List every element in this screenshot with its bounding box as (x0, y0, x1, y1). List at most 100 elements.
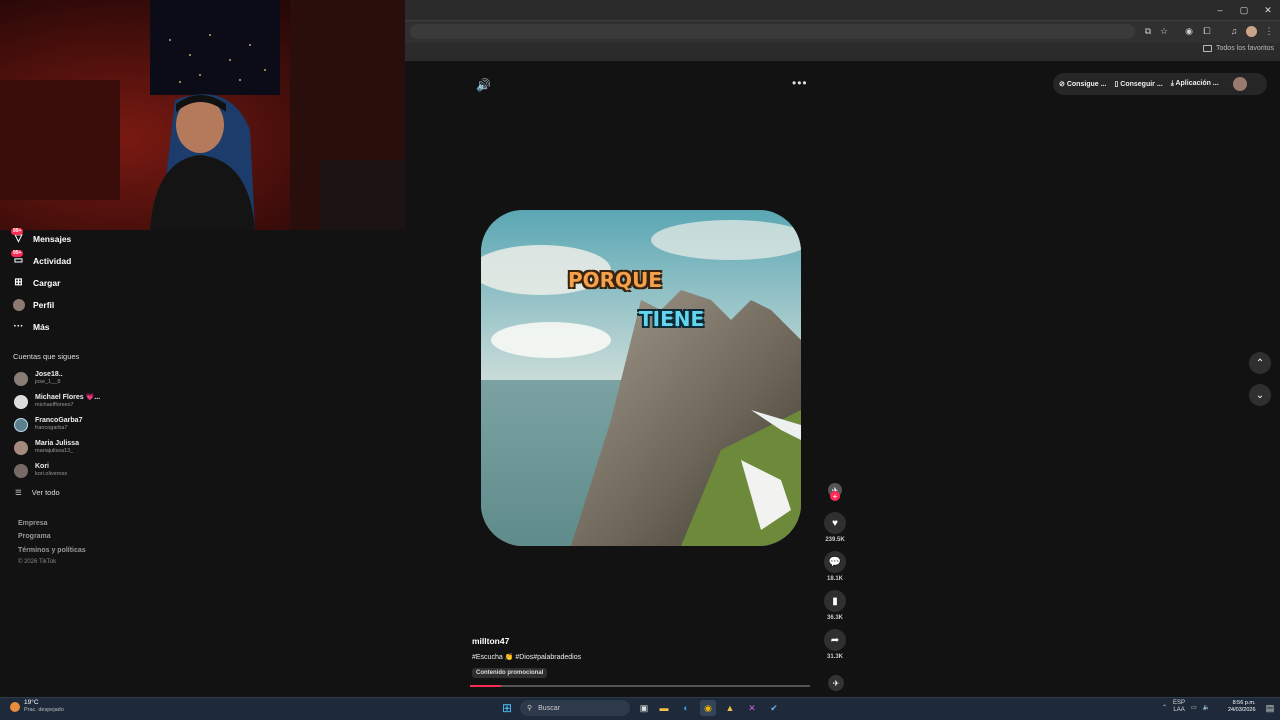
app-warning-icon[interactable]: ▲ (722, 700, 738, 716)
sidebar-item-more[interactable]: ··· Más (12, 320, 50, 333)
temperature: 19°C (24, 699, 39, 706)
address-bar[interactable] (410, 24, 1135, 39)
chevron-down-icon: ⌄ (1255, 389, 1265, 401)
file-explorer-icon[interactable]: ▬ (656, 700, 672, 716)
footer-link-program[interactable]: Programa (18, 533, 51, 540)
send-icon: ▽ 99+ (11, 228, 24, 244)
user-avatar[interactable] (1232, 77, 1247, 91)
following-account-kori[interactable]: Kori kori.oliveross (14, 463, 67, 478)
video-frame-mountain (481, 210, 801, 546)
account-handle: michaelflorees7 (35, 402, 74, 408)
desktop-app-pill[interactable]: ⤓ Aplicación ... (1171, 80, 1219, 88)
bookmark-star-icon[interactable]: ☆ (1158, 25, 1170, 37)
edge-icon[interactable]: ◐ (678, 700, 694, 716)
account-handle: mariajulissa13_ (35, 448, 74, 454)
browser-menu-icon[interactable]: ⋮ (1263, 25, 1275, 37)
bookmark-icon: ▮ (824, 590, 846, 612)
footer-link-company[interactable]: Empresa (18, 520, 48, 527)
comment-icon: 💬 (824, 551, 846, 573)
share-icon: ➦ (824, 629, 846, 651)
chrome-icon[interactable]: ◉ (700, 700, 716, 716)
video-player[interactable]: PORQUE TIENE (481, 210, 801, 546)
extension-icon[interactable]: ◉ (1183, 25, 1195, 37)
search-label: Buscar (538, 704, 560, 712)
like-count: 239.5K (825, 537, 845, 543)
language-code: ESP (1173, 700, 1186, 706)
avatar (14, 463, 28, 478)
pill-label: Aplicación ... (1175, 80, 1219, 87)
following-heading: Cuentas que sigues (13, 352, 80, 361)
see-all-label: Ver todo (31, 488, 60, 497)
account-handle: kori.oliveross (35, 471, 68, 477)
sidebar-item-profile[interactable]: Perfil (12, 298, 54, 311)
app-check-icon[interactable]: ✔ (766, 700, 782, 716)
messages-badge: 99+ (11, 228, 24, 235)
video-more-options-icon[interactable]: ••• (792, 76, 808, 90)
next-video-button[interactable]: ⌄ (1249, 384, 1271, 406)
comment-count: 18.1K (826, 576, 843, 582)
pill-label: Consigue ... (1066, 81, 1107, 88)
network-icon[interactable]: ▭ (1191, 704, 1197, 711)
profile-avatar-icon[interactable] (1245, 25, 1257, 37)
install-app-icon[interactable]: ⧉ (1142, 25, 1154, 37)
video-progress-bar[interactable] (470, 685, 810, 687)
video-hashtags[interactable]: #Escucha 👏 #Dios#palabradedios (472, 653, 581, 661)
following-account-maria[interactable]: Maria Julissa mariajulissa13_ (14, 440, 79, 455)
copyright: © 2026 TikTok (18, 559, 57, 565)
video-username[interactable]: millton47 (472, 636, 509, 646)
share-action[interactable]: ➦ 31.3K (824, 629, 846, 660)
volume-tray-icon[interactable]: 🔈 (1203, 704, 1210, 711)
webcam-overlay (0, 0, 405, 230)
like-action[interactable]: ♥ 239.5K (824, 512, 846, 543)
taskbar-search[interactable]: ⚲ Buscar (520, 700, 630, 716)
tray-overflow-icon[interactable]: ⌃ (1162, 704, 1167, 711)
follow-plus-button[interactable]: + (830, 491, 840, 501)
search-icon: ⚲ (527, 705, 533, 712)
chevron-up-icon: ⌃ (1255, 357, 1265, 369)
profile-icon (12, 298, 25, 311)
taskbar-clock[interactable]: 8:56 p.m. 24/03/2026 (1228, 700, 1256, 714)
upload-icon: ⊞ (14, 277, 23, 288)
sidebar-item-label: Perfil (33, 299, 55, 310)
video-progress-fill (470, 685, 501, 687)
following-account-franco[interactable]: FrancoGarba7 francogarba7 (14, 417, 82, 432)
all-bookmarks-button[interactable]: Todos los favoritos (1203, 45, 1274, 52)
extensions-puzzle-icon[interactable]: ⧠ (1201, 25, 1213, 37)
weather-icon (10, 701, 20, 712)
all-bookmarks-label: Todos los favoritos (1216, 45, 1274, 52)
account-name: Jose18.. (35, 371, 63, 378)
previous-video-button[interactable]: ⌃ (1249, 352, 1271, 374)
volume-icon[interactable]: 🔊 (476, 78, 491, 92)
folder-icon (1203, 45, 1213, 52)
get-app-pill[interactable]: ▯ Conseguir ... (1114, 80, 1162, 88)
following-account-jose[interactable]: Jose18.. jose_1__8 (14, 371, 63, 386)
windows-start-icon[interactable]: ⊞ (500, 701, 514, 715)
clock-date: 24/03/2026 (1228, 707, 1256, 713)
see-all-link[interactable]: ☰ Ver todo (15, 488, 60, 497)
inbox-icon: ▭ 99+ (11, 250, 24, 266)
maximize-button[interactable]: ▢ (1232, 0, 1256, 20)
system-tray: ⌃ ESP LAA ▭ 🔈 (1162, 700, 1210, 714)
account-name: FrancoGarba7 (35, 417, 83, 424)
sidebar-item-upload[interactable]: ⊞ Cargar (12, 276, 60, 289)
following-account-michael[interactable]: Michael Flores 💗... michaelflorees7 (14, 394, 100, 409)
footer-link-terms[interactable]: Términos y políticas (18, 547, 86, 554)
weather-widget[interactable]: 19°C Prac. despejado (10, 699, 64, 714)
sidebar-item-label: Cargar (33, 277, 61, 288)
weather-status: Prac. despejado (24, 707, 64, 713)
video-caption-1: PORQUE (568, 268, 662, 292)
sidebar-item-activity[interactable]: ▭ 99+ Actividad (11, 250, 71, 267)
comment-action[interactable]: 💬 18.1K (824, 551, 846, 582)
music-disc-icon[interactable]: ✈ (828, 675, 844, 691)
save-action[interactable]: ▮ 36.3K (824, 590, 846, 621)
media-control-icon[interactable]: ♫ (1228, 25, 1240, 37)
app-x-icon[interactable]: ✕ (744, 700, 760, 716)
minimize-button[interactable]: – (1208, 0, 1232, 20)
task-view-icon[interactable]: ▣ (636, 700, 652, 716)
language-indicator[interactable]: ESP LAA (1173, 700, 1185, 714)
keyboard-layout: LAA (1173, 707, 1185, 713)
notifications-icon[interactable]: ▤ (1262, 700, 1278, 716)
sidebar-item-messages[interactable]: ▽ 99+ Mensajes (11, 228, 71, 245)
get-coins-pill[interactable]: ⊘ Consigue ... (1059, 80, 1106, 88)
close-window-button[interactable]: ✕ (1256, 0, 1280, 20)
